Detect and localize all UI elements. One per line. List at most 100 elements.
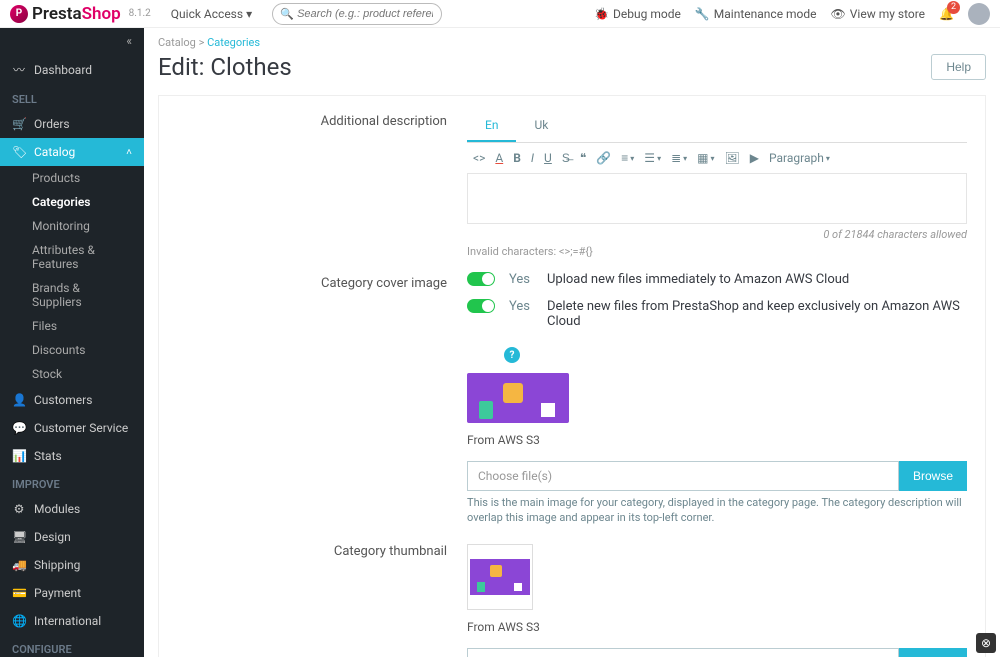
editor-align-icon[interactable]: ≡ ▾ — [621, 151, 634, 165]
cover-image-preview — [467, 373, 569, 423]
international-icon: 🌐 — [12, 614, 26, 628]
editor-paragraph-dropdown[interactable]: Paragraph ▾ — [769, 151, 830, 165]
sidebar-sub-discounts[interactable]: Discounts — [0, 338, 144, 362]
sidebar-section-sell: SELL — [0, 85, 144, 110]
view-store-link[interactable]: 👁 View my store — [831, 7, 926, 21]
sidebar-sub-monitoring[interactable]: Monitoring — [0, 214, 144, 238]
shipping-icon: 🚚 — [12, 558, 26, 572]
search-icon: 🔍 — [280, 7, 294, 20]
notification-badge: 2 — [947, 1, 960, 14]
editor-textcolor-icon[interactable]: A — [495, 151, 503, 165]
language-tabs: En Uk — [467, 110, 967, 143]
design-icon: 🖥 — [12, 530, 26, 544]
thumb-file-input[interactable]: Choose file(s) — [467, 648, 899, 657]
sidebar-section-improve: IMPROVE — [0, 470, 144, 495]
editor-table-icon[interactable]: ▦ ▾ — [697, 151, 714, 165]
thumb-browse-button[interactable]: Browse — [899, 648, 967, 657]
editor-textarea[interactable] — [467, 174, 967, 224]
maintenance-mode-link[interactable]: 🔧 Maintenance mode — [695, 7, 817, 21]
sidebar-sub-brands[interactable]: Brands & Suppliers — [0, 276, 144, 314]
logo[interactable]: P PrestaShop 8.1.2 — [10, 4, 151, 24]
sidebar-sub-files[interactable]: Files — [0, 314, 144, 338]
eye-icon: 👁 — [831, 7, 846, 21]
sidebar-item-orders[interactable]: 🛒Orders — [0, 110, 144, 138]
sidebar-item-dashboard[interactable]: 〰Dashboard — [0, 54, 144, 85]
editor-quote-icon[interactable]: ❝ — [580, 151, 586, 165]
bug-icon: 🐞 — [594, 7, 609, 21]
main-content: Catalog > Categories Edit: Clothes Help … — [144, 28, 1000, 657]
search-wrap: 🔍 — [272, 3, 442, 25]
toggle-upload-aws[interactable] — [467, 272, 495, 286]
symfony-badge-icon[interactable]: ⊗ — [976, 633, 996, 653]
search-input[interactable] — [272, 3, 442, 25]
caret-down-icon: ▾ — [246, 7, 252, 21]
debug-mode-link[interactable]: 🐞 Debug mode — [594, 7, 681, 21]
editor-bullet-list-icon[interactable]: ☰ ▾ — [644, 151, 661, 165]
editor-toolbar: <> A B I U S̶ ❝ 🔗 ≡ ▾ ☰ ▾ ≣ ▾ ▦ ▾ 🖼 ▶ — [467, 143, 967, 174]
editor-bold-icon[interactable]: B — [513, 151, 521, 165]
label-thumbnail: Category thumbnail — [177, 540, 467, 657]
lang-tab-uk[interactable]: Uk — [516, 110, 566, 142]
sidebar-item-customer-service[interactable]: 💬Customer Service — [0, 414, 144, 442]
label-cover-image: Category cover image — [177, 272, 467, 526]
sidebar-item-modules[interactable]: ⚙Modules — [0, 495, 144, 523]
customers-icon: 👤 — [12, 393, 26, 407]
sidebar-sub-categories[interactable]: Categories — [0, 190, 144, 214]
sidebar-sub-attributes[interactable]: Attributes & Features — [0, 238, 144, 276]
logo-text: PrestaShop — [32, 4, 121, 24]
editor-numbered-list-icon[interactable]: ≣ ▾ — [671, 151, 687, 165]
payment-icon: 💳 — [12, 586, 26, 600]
sidebar-item-catalog[interactable]: 🏷Catalog˄ — [0, 138, 144, 166]
toggle-delete-keep-aws[interactable] — [467, 299, 495, 313]
notifications-button[interactable]: 🔔 2 — [939, 7, 954, 21]
editor-link-icon[interactable]: 🔗 — [596, 151, 611, 165]
avatar[interactable] — [968, 3, 990, 25]
sidebar-item-international[interactable]: 🌐International — [0, 607, 144, 635]
breadcrumb-categories[interactable]: Categories — [207, 36, 260, 49]
version: 8.1.2 — [129, 8, 151, 19]
lang-tab-en[interactable]: En — [467, 110, 516, 142]
topbar: P PrestaShop 8.1.2 Quick Access ▾ 🔍 🐞 De… — [0, 0, 1000, 28]
orders-icon: 🛒 — [12, 117, 26, 131]
sidebar-item-design[interactable]: 🖥Design — [0, 523, 144, 551]
sidebar-item-customers[interactable]: 👤Customers — [0, 386, 144, 414]
help-tooltip-icon[interactable]: ? — [504, 347, 520, 363]
toggle-yes-label-2: Yes — [509, 299, 533, 314]
cover-browse-button[interactable]: Browse — [899, 461, 967, 491]
sidebar: « 〰Dashboard SELL 🛒Orders 🏷Catalog˄ Prod… — [0, 28, 144, 657]
editor-image-icon[interactable]: 🖼 — [725, 151, 740, 165]
editor-code-icon[interactable]: <> — [473, 151, 485, 165]
thumb-from-aws-label: From AWS S3 — [467, 620, 967, 634]
toggle-desc-1: Upload new files immediately to Amazon A… — [547, 272, 849, 287]
toggle-desc-2: Delete new files from PrestaShop and kee… — [547, 299, 967, 329]
editor-underline-icon[interactable]: U — [544, 151, 552, 165]
thumbnail-preview — [467, 544, 533, 610]
sidebar-sub-stock[interactable]: Stock — [0, 362, 144, 386]
help-button[interactable]: Help — [931, 54, 986, 80]
editor-italic-icon[interactable]: I — [531, 151, 534, 165]
quick-access-dropdown[interactable]: Quick Access ▾ — [171, 7, 252, 21]
cover-file-input[interactable]: Choose file(s) — [467, 461, 899, 491]
stats-icon: 📊 — [12, 449, 26, 463]
label-additional-description: Additional description — [177, 110, 467, 258]
customer-service-icon: 💬 — [12, 421, 26, 435]
editor-video-icon[interactable]: ▶ — [750, 151, 759, 165]
cover-from-aws-label: From AWS S3 — [467, 433, 967, 447]
editor-strike-icon[interactable]: S̶ — [562, 151, 570, 165]
dashboard-icon: 〰 — [12, 61, 26, 78]
prestashop-icon: P — [10, 5, 28, 23]
breadcrumb: Catalog > Categories — [144, 28, 1000, 49]
collapse-sidebar-button[interactable]: « — [0, 28, 144, 54]
toggle-yes-label-1: Yes — [509, 272, 533, 287]
wrench-icon: 🔧 — [695, 7, 710, 21]
sidebar-item-stats[interactable]: 📊Stats — [0, 442, 144, 470]
cover-help-text: This is the main image for your category… — [467, 495, 967, 526]
sidebar-item-payment[interactable]: 💳Payment — [0, 579, 144, 607]
sidebar-section-configure: CONFIGURE — [0, 635, 144, 657]
chevron-up-icon: ˄ — [126, 147, 132, 158]
char-counter: 0 of 21844 characters allowed — [467, 228, 967, 241]
sidebar-item-shipping[interactable]: 🚚Shipping — [0, 551, 144, 579]
catalog-icon: 🏷 — [12, 145, 26, 159]
breadcrumb-catalog[interactable]: Catalog — [158, 36, 196, 49]
sidebar-sub-products[interactable]: Products — [0, 166, 144, 190]
